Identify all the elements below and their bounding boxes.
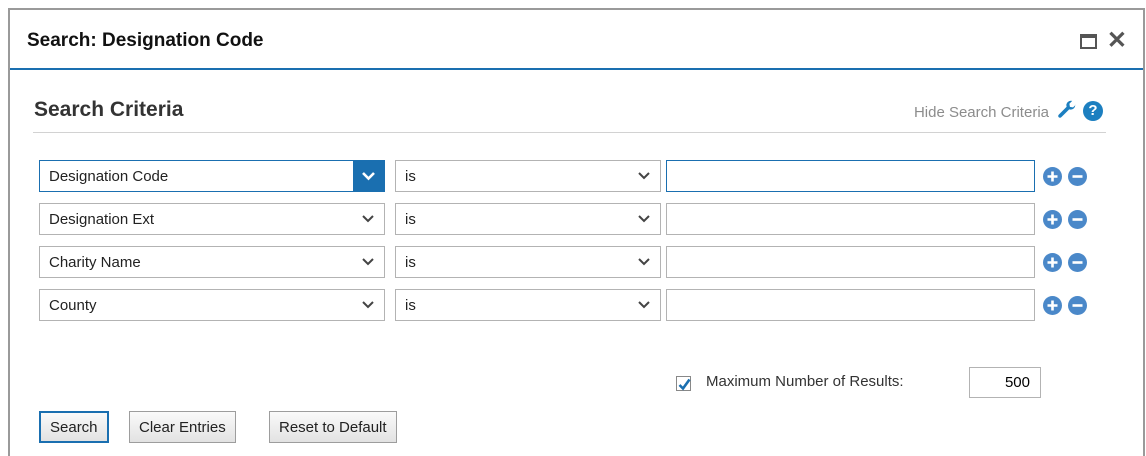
field-select[interactable]: Designation Code xyxy=(39,160,385,192)
field-select-value: Charity Name xyxy=(49,254,141,271)
chevron-down-icon[interactable] xyxy=(353,161,384,191)
dialog-title: Search: Designation Code xyxy=(27,30,264,51)
remove-criteria-icon[interactable] xyxy=(1068,253,1087,272)
checkmark-icon xyxy=(678,378,691,391)
add-criteria-icon[interactable] xyxy=(1043,296,1062,315)
criteria-value-input[interactable] xyxy=(666,203,1035,235)
criteria-row: Designation Code is xyxy=(39,160,1109,194)
add-criteria-icon[interactable] xyxy=(1043,167,1062,186)
chevron-down-icon xyxy=(638,172,650,180)
search-button[interactable]: Search xyxy=(39,411,109,443)
field-select-value: Designation Ext xyxy=(49,211,155,228)
wrench-icon[interactable] xyxy=(1056,100,1078,122)
criteria-value-input[interactable] xyxy=(666,289,1035,321)
operator-select[interactable]: is xyxy=(395,289,661,321)
field-select-value: Designation Code xyxy=(49,168,169,185)
add-criteria-icon[interactable] xyxy=(1043,210,1062,229)
field-select-value: County xyxy=(49,297,97,314)
chevron-down-icon xyxy=(362,258,374,266)
max-results-label: Maximum Number of Results: xyxy=(706,373,904,390)
chevron-down-icon xyxy=(638,258,650,266)
chevron-down-icon xyxy=(362,301,374,309)
dialog-titlebar: Search: Designation Code ✕ xyxy=(10,10,1143,70)
operator-select-value: is xyxy=(405,254,416,271)
criteria-value-input[interactable] xyxy=(666,246,1035,278)
criteria-row: County is xyxy=(39,289,1109,323)
max-results-control: Maximum Number of Results: xyxy=(674,367,1054,399)
chevron-down-icon xyxy=(638,301,650,309)
remove-criteria-icon[interactable] xyxy=(1068,296,1087,315)
criteria-value-input[interactable] xyxy=(666,160,1035,192)
field-select[interactable]: Charity Name xyxy=(39,246,385,278)
add-criteria-icon[interactable] xyxy=(1043,253,1062,272)
operator-select[interactable]: is xyxy=(395,160,661,192)
maximize-icon[interactable] xyxy=(1080,34,1097,49)
operator-select-value: is xyxy=(405,297,416,314)
criteria-row: Designation Ext is xyxy=(39,203,1109,237)
max-results-input[interactable] xyxy=(969,367,1041,398)
max-results-checkbox[interactable] xyxy=(676,376,691,391)
operator-select[interactable]: is xyxy=(395,203,661,235)
remove-criteria-icon[interactable] xyxy=(1068,167,1087,186)
hide-search-criteria-link[interactable]: Hide Search Criteria xyxy=(914,104,1049,121)
remove-criteria-icon[interactable] xyxy=(1068,210,1087,229)
reset-to-default-button[interactable]: Reset to Default xyxy=(269,411,397,443)
search-criteria-header: Search Criteria Hide Search Criteria ? xyxy=(33,94,1106,133)
operator-select[interactable]: is xyxy=(395,246,661,278)
field-select[interactable]: Designation Ext xyxy=(39,203,385,235)
section-title: Search Criteria xyxy=(34,98,184,121)
chevron-down-icon xyxy=(638,215,650,223)
operator-select-value: is xyxy=(405,211,416,228)
field-select[interactable]: County xyxy=(39,289,385,321)
help-icon[interactable]: ? xyxy=(1083,101,1103,121)
clear-entries-button[interactable]: Clear Entries xyxy=(129,411,236,443)
operator-select-value: is xyxy=(405,168,416,185)
close-icon[interactable]: ✕ xyxy=(1107,29,1127,53)
criteria-row: Charity Name is xyxy=(39,246,1109,280)
search-dialog: Search: Designation Code ✕ Search Criter… xyxy=(8,8,1145,456)
chevron-down-icon xyxy=(362,215,374,223)
